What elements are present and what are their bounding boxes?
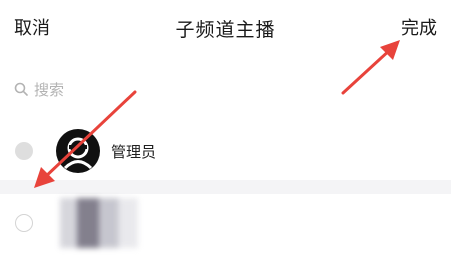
search-placeholder: 搜索 (34, 80, 65, 99)
select-radio-admin[interactable] (15, 142, 33, 160)
blurred-avatar (60, 198, 138, 248)
select-radio-user[interactable] (15, 214, 33, 232)
member-name-admin: 管理员 (111, 143, 157, 161)
member-row-user[interactable] (0, 198, 451, 248)
page-title: 子频道主播 (175, 19, 276, 41)
admin-avatar-icon (56, 129, 100, 173)
done-button[interactable]: 完成 (401, 14, 437, 40)
search-bar[interactable]: 搜索 (14, 78, 214, 100)
search-icon (14, 82, 28, 96)
top-navigation-bar: 取消 子频道主播 完成 (0, 0, 451, 56)
member-row-admin[interactable]: 管理员 (0, 126, 451, 176)
section-divider (0, 180, 451, 194)
